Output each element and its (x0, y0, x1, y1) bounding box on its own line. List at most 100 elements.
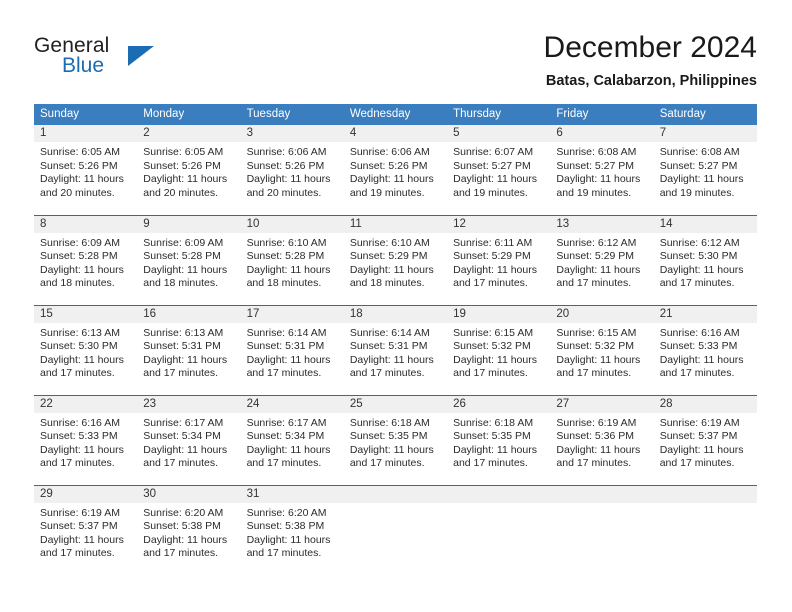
day-number: 4 (343, 125, 448, 142)
day-number: 20 (550, 305, 654, 323)
calendar-day-cell[interactable]: 22 Sunrise: 6:16 AM Sunset: 5:33 PM Dayligh… (34, 394, 138, 485)
sunrise-time: Sunrise: 6:08 AM (556, 146, 637, 158)
calendar-day-cell[interactable]: 1 Sunrise: 6:05 AM Sunset: 5:26 PM Daylight… (34, 125, 138, 215)
day-detail: Sunrise: 6:17 AM Sunset: 5:34 PM Daylight:… (241, 413, 344, 471)
sunrise-time: Sunrise: 6:09 AM (40, 236, 120, 249)
daylight-duration-line1: Daylight: 11 hours (453, 353, 537, 366)
calendar-day-cell[interactable]: 11 Sunrise: 6:10 AM Sunset: 5:29 PM Dayligh… (343, 214, 448, 305)
sunrise-time: Sunrise: 6:16 AM (40, 416, 120, 429)
calendar-day-cell[interactable]: 16 Sunrise: 6:13 AM Sunset: 5:31 PM Dayligh… (137, 304, 241, 395)
sunset-time: Sunset: 5:31 PM (143, 340, 221, 353)
sunrise-time: Sunrise: 6:18 AM (349, 416, 430, 429)
daylight-duration-line1: Daylight: 11 hours (40, 533, 124, 546)
weekday-header-row: Sunday Monday Tuesday Wednesday Thursday… (34, 104, 757, 125)
day-number: 24 (240, 395, 344, 413)
sunrise-time: Sunrise: 6:08 AM (659, 146, 740, 158)
daylight-duration-line2: and 17 minutes. (659, 277, 735, 290)
sunrise-time: Sunrise: 6:12 AM (556, 236, 637, 249)
day-number: 25 (343, 395, 448, 413)
day-number: 10 (240, 215, 344, 233)
sunset-time: Sunset: 5:37 PM (659, 430, 738, 443)
daylight-duration-line1: Daylight: 11 hours (349, 263, 434, 276)
calendar-day-cell[interactable]: 13 Sunrise: 6:12 AM Sunset: 5:29 PM Dayligh… (550, 214, 654, 305)
day-detail: Sunrise: 6:09 AM Sunset: 5:28 PM Daylight:… (137, 233, 240, 291)
daylight-duration-line1: Daylight: 11 hours (659, 353, 744, 366)
day-detail: Sunrise: 6:14 AM Sunset: 5:31 PM Daylight:… (241, 323, 344, 381)
daylight-duration-line1: Daylight: 11 hours (556, 173, 641, 186)
day-detail: Sunrise: 6:09 AM Sunset: 5:28 PM Daylight:… (34, 233, 137, 291)
calendar-day-cell[interactable]: 29 Sunrise: 6:19 AM Sunset: 5:37 PM Dayligh… (34, 484, 138, 575)
day-detail: Sunrise: 6:15 AM Sunset: 5:32 PM Daylight:… (550, 323, 653, 381)
day-detail: Sunrise: 6:19 AM Sunset: 5:36 PM Daylight:… (550, 413, 653, 471)
daylight-duration-line2: and 17 minutes. (349, 367, 425, 380)
calendar-day-cell[interactable]: 10 Sunrise: 6:10 AM Sunset: 5:28 PM Dayligh… (240, 214, 344, 305)
calendar-day-cell[interactable]: 14 Sunrise: 6:12 AM Sunset: 5:30 PM Dayligh… (653, 214, 757, 305)
calendar-day-cell[interactable]: 6 Sunrise: 6:08 AM Sunset: 5:27 PM Daylight… (550, 125, 654, 215)
calendar-day-cell[interactable]: 8 Sunrise: 6:09 AM Sunset: 5:28 PM Daylight… (34, 214, 138, 305)
calendar-body: 1 Sunrise: 6:05 AM Sunset: 5:26 PM Daylight… (34, 125, 757, 575)
day-number: 23 (137, 395, 241, 413)
calendar-day-cell[interactable]: 7 Sunrise: 6:08 AM Sunset: 5:27 PM Daylight… (653, 125, 757, 215)
brand-logo[interactable]: General Blue (34, 34, 214, 86)
sunrise-time: Sunrise: 6:05 AM (143, 146, 224, 158)
sunrise-time: Sunrise: 6:18 AM (453, 416, 534, 429)
calendar-day-cell[interactable]: 2 Sunrise: 6:05 AM Sunset: 5:26 PM Daylight… (137, 125, 241, 215)
daylight-duration-line2: and 17 minutes. (349, 457, 425, 470)
calendar-day-cell[interactable]: 23 Sunrise: 6:17 AM Sunset: 5:34 PM Dayligh… (137, 394, 241, 485)
sunrise-time: Sunrise: 6:20 AM (143, 506, 224, 519)
calendar-day-cell[interactable]: 27 Sunrise: 6:19 AM Sunset: 5:36 PM Dayligh… (550, 394, 654, 485)
sunrise-time: Sunrise: 6:17 AM (246, 416, 327, 429)
weekday-header-tuesday: Tuesday (240, 104, 344, 125)
daylight-duration-line2: and 19 minutes. (556, 186, 632, 199)
calendar-day-cell[interactable]: 5 Sunrise: 6:07 AM Sunset: 5:27 PM Daylight… (447, 125, 551, 215)
sunrise-time: Sunrise: 6:16 AM (659, 326, 740, 339)
calendar-day-cell[interactable]: 4 Sunrise: 6:06 AM Sunset: 5:26 PM Daylight… (343, 125, 448, 215)
sunrise-time: Sunrise: 6:19 AM (556, 416, 637, 429)
calendar-day-cell[interactable]: 15 Sunrise: 6:13 AM Sunset: 5:30 PM Dayligh… (34, 304, 138, 395)
calendar-page: General Blue December 2024 Batas, Calaba… (0, 0, 792, 612)
day-number: 9 (137, 215, 241, 233)
calendar-day-cell[interactable]: 17 Sunrise: 6:14 AM Sunset: 5:31 PM Dayligh… (240, 304, 344, 395)
daylight-duration-line2: and 18 minutes. (40, 277, 115, 290)
sunset-time: Sunset: 5:26 PM (246, 159, 325, 172)
calendar-day-cell[interactable]: 30 Sunrise: 6:20 AM Sunset: 5:38 PM Dayligh… (137, 484, 241, 575)
daylight-duration-line1: Daylight: 11 hours (659, 263, 744, 276)
daylight-duration-line2: and 20 minutes. (246, 186, 322, 199)
sunset-time: Sunset: 5:36 PM (556, 430, 635, 443)
daylight-duration-line2: and 17 minutes. (143, 457, 218, 470)
calendar-week-row: 8 Sunrise: 6:09 AM Sunset: 5:28 PM Daylight… (34, 214, 757, 305)
daylight-duration-line2: and 20 minutes. (143, 186, 218, 199)
sunset-time: Sunset: 5:35 PM (349, 430, 428, 443)
sunset-time: Sunset: 5:37 PM (40, 520, 118, 533)
calendar-day-cell[interactable]: 19 Sunrise: 6:15 AM Sunset: 5:32 PM Dayligh… (447, 304, 551, 395)
calendar-day-cell[interactable]: 12 Sunrise: 6:11 AM Sunset: 5:29 PM Dayligh… (447, 214, 551, 305)
day-detail: Sunrise: 6:10 AM Sunset: 5:28 PM Daylight:… (241, 233, 344, 291)
daylight-duration-line1: Daylight: 11 hours (453, 263, 537, 276)
calendar-day-cell[interactable]: 20 Sunrise: 6:15 AM Sunset: 5:32 PM Dayligh… (550, 304, 654, 395)
sunset-time: Sunset: 5:33 PM (659, 340, 738, 353)
calendar-day-cell-empty (653, 484, 757, 575)
sunset-time: Sunset: 5:29 PM (556, 250, 635, 263)
calendar-day-cell[interactable]: 9 Sunrise: 6:09 AM Sunset: 5:28 PM Daylight… (137, 214, 241, 305)
day-number: 6 (550, 125, 654, 142)
calendar-day-cell[interactable]: 31 Sunrise: 6:20 AM Sunset: 5:38 PM Dayligh… (240, 484, 344, 575)
calendar-day-cell[interactable]: 25 Sunrise: 6:18 AM Sunset: 5:35 PM Dayligh… (343, 394, 448, 485)
calendar-day-cell[interactable]: 21 Sunrise: 6:16 AM Sunset: 5:33 PM Dayligh… (653, 304, 757, 395)
sunset-time: Sunset: 5:26 PM (143, 159, 221, 172)
daylight-duration-line2: and 19 minutes. (659, 186, 735, 199)
calendar-day-cell[interactable]: 18 Sunrise: 6:14 AM Sunset: 5:31 PM Dayligh… (343, 304, 448, 395)
day-detail: Sunrise: 6:13 AM Sunset: 5:30 PM Daylight:… (34, 323, 137, 381)
calendar-week-row: 29 Sunrise: 6:19 AM Sunset: 5:37 PM Dayligh… (34, 484, 757, 575)
daylight-duration-line1: Daylight: 11 hours (349, 173, 434, 186)
calendar-day-cell[interactable]: 26 Sunrise: 6:18 AM Sunset: 5:35 PM Dayligh… (447, 394, 551, 485)
daylight-duration-line1: Daylight: 11 hours (40, 443, 124, 456)
calendar-day-cell[interactable]: 28 Sunrise: 6:19 AM Sunset: 5:37 PM Dayligh… (653, 394, 757, 485)
calendar-day-cell[interactable]: 24 Sunrise: 6:17 AM Sunset: 5:34 PM Dayligh… (240, 394, 344, 485)
day-detail: Sunrise: 6:16 AM Sunset: 5:33 PM Daylight:… (34, 413, 137, 471)
daylight-duration-line1: Daylight: 11 hours (556, 263, 641, 276)
calendar-day-cell[interactable]: 3 Sunrise: 6:06 AM Sunset: 5:26 PM Daylight… (240, 125, 344, 215)
daylight-duration-line1: Daylight: 11 hours (40, 353, 124, 366)
sunset-time: Sunset: 5:32 PM (556, 340, 635, 353)
day-detail: Sunrise: 6:06 AM Sunset: 5:26 PM Daylight:… (344, 142, 447, 200)
sunset-time: Sunset: 5:28 PM (40, 250, 118, 263)
